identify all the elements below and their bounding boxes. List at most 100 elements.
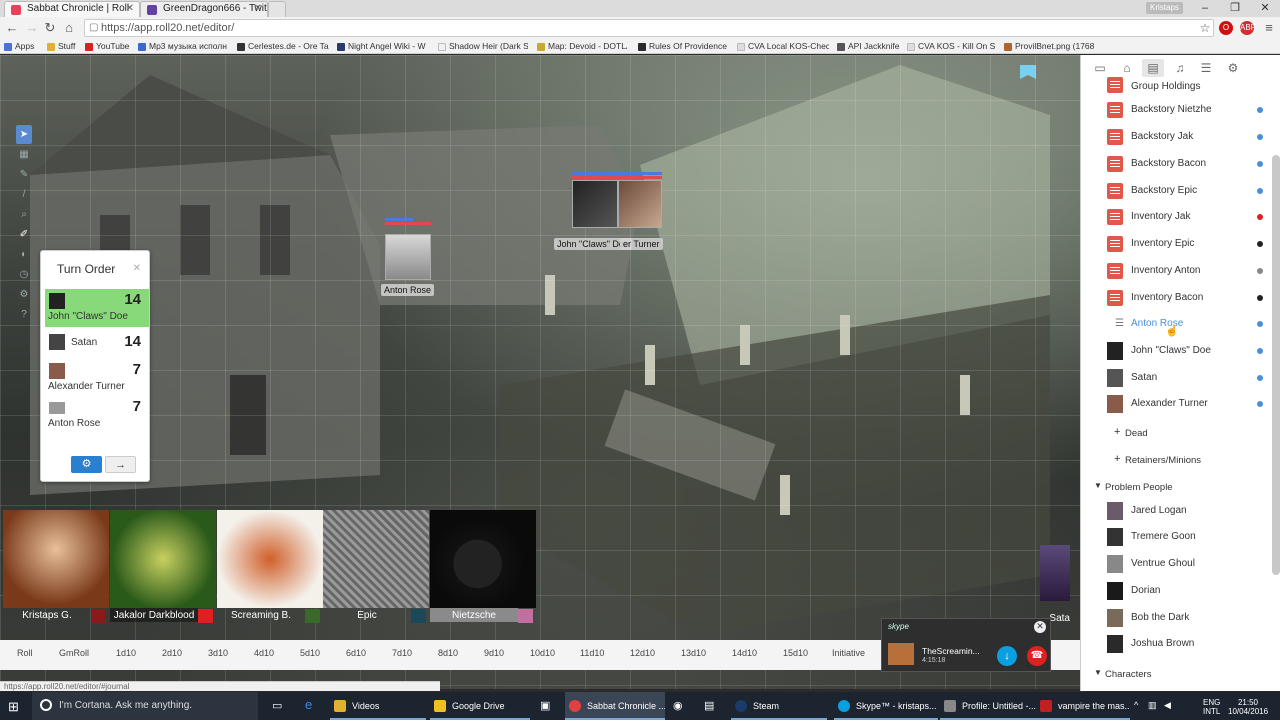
- skype-call-popup[interactable]: skype ✕ TheScreamin... 4:15:18 ↓ ☎: [881, 618, 1051, 672]
- tab-sabbat-chronicle[interactable]: Sabbat Chronicle | Roll ✕: [4, 1, 140, 17]
- clock[interactable]: 21:50 10/04/2016: [1228, 698, 1268, 716]
- turn-order-row[interactable]: 7 Alexander Turner: [45, 359, 149, 397]
- turn-order-row[interactable]: 14 John "Claws" Doe: [45, 289, 149, 327]
- roll-button[interactable]: Roll: [17, 648, 33, 658]
- clock-icon[interactable]: ◷: [16, 265, 32, 284]
- journal-item[interactable]: Inventory Epic: [1081, 232, 1271, 259]
- gmroll-button[interactable]: GmRoll: [59, 648, 89, 658]
- bookmark-youtube[interactable]: YouTube: [85, 40, 133, 53]
- bookmark-cva-kos[interactable]: CVA KOS - Kill On Sig: [907, 40, 995, 53]
- player-kristaps[interactable]: Kristaps G.: [3, 510, 109, 636]
- journal-item[interactable]: Tremere Goon: [1081, 525, 1271, 552]
- fog-icon[interactable]: ◐: [16, 245, 32, 264]
- help-icon[interactable]: ?: [16, 305, 32, 324]
- bookmark-cva-local[interactable]: CVA Local KOS-Check: [737, 40, 829, 53]
- journal-item[interactable]: Backstory Bacon: [1081, 152, 1271, 179]
- store-icon[interactable]: ▣: [540, 699, 550, 712]
- journal-item[interactable]: Ventrue Ghoul: [1081, 552, 1271, 579]
- maximize-icon[interactable]: ❐: [1220, 0, 1250, 17]
- bookmark-cerlestes[interactable]: Cerlestes.de - Ore Ta: [237, 40, 329, 53]
- player-screaming-b[interactable]: Screaming B.: [217, 510, 323, 636]
- network-icon[interactable]: ▥: [1148, 700, 1157, 711]
- adblock-extension-icon[interactable]: ABP: [1240, 21, 1256, 35]
- roll-13d10-button[interactable]: 13d10: [681, 648, 706, 658]
- bookmark-provilbnet[interactable]: ProvilBnet.png (1768: [1004, 40, 1094, 53]
- journal-item[interactable]: Joshua Brown: [1081, 632, 1271, 659]
- close-icon[interactable]: ✕: [126, 2, 134, 16]
- journal-item[interactable]: Backstory Jak: [1081, 125, 1271, 152]
- turn-order-row[interactable]: 14 Satan: [45, 331, 149, 355]
- map-canvas[interactable]: ➤ ▦ ✎ / ⌕ ✐ ◐ ◷ ⚙ ? Anton Rose John "Cla…: [0, 55, 1080, 689]
- roll-12d10-button[interactable]: 12d10: [630, 648, 655, 658]
- taskbar-app-profile[interactable]: Profile: Untitled -...: [940, 692, 1036, 720]
- home-icon[interactable]: ⌂: [61, 20, 77, 36]
- journal-item[interactable]: Inventory Jak: [1081, 205, 1271, 232]
- bookmark-api-jackknife[interactable]: API Jackknife: [837, 40, 901, 53]
- select-icon[interactable]: ➤: [16, 125, 32, 144]
- journal-item[interactable]: Inventory Anton: [1081, 259, 1271, 286]
- roll-15d10-button[interactable]: 15d10: [783, 648, 808, 658]
- bookmark-apps[interactable]: Apps: [4, 40, 40, 53]
- folder-dead[interactable]: + Dead: [1081, 423, 1271, 443]
- folder-problem-people[interactable]: ▼ Problem People: [1081, 477, 1271, 497]
- tray-overflow-icon[interactable]: ^: [1134, 700, 1138, 710]
- app-icon[interactable]: ◉: [673, 699, 683, 712]
- journal-item[interactable]: Bob the Dark: [1081, 606, 1271, 633]
- cortana-search-box[interactable]: I'm Cortana. Ask me anything.: [32, 692, 258, 720]
- close-icon[interactable]: ✕: [133, 263, 141, 274]
- edge-icon[interactable]: e: [305, 697, 312, 712]
- text-icon[interactable]: /: [16, 185, 32, 204]
- bookmark-night-angel[interactable]: Night Angel Wiki - W: [337, 40, 427, 53]
- player-jakalor[interactable]: Jakalor Darkblood: [110, 510, 216, 636]
- back-icon[interactable]: ←: [4, 20, 20, 36]
- roll-6d10-button[interactable]: 6d10: [346, 648, 366, 658]
- opera-extension-icon[interactable]: O: [1219, 21, 1233, 35]
- journal-item[interactable]: Backstory Nietzhe: [1081, 98, 1271, 125]
- bookmark-stuff[interactable]: Stuff: [47, 40, 79, 53]
- turn-order-dialog[interactable]: Turn Order ✕ 14 John "Claws" Doe 14 Sata…: [40, 250, 150, 482]
- journal-item[interactable]: Satan: [1081, 366, 1271, 393]
- initiative-button[interactable]: Initiative: [832, 648, 865, 658]
- new-tab-button[interactable]: [268, 1, 286, 17]
- roll-8d10-button[interactable]: 8d10: [438, 648, 458, 658]
- taskbar-app-videos[interactable]: Videos: [330, 692, 426, 720]
- roll-3d10-button[interactable]: 3d10: [208, 648, 228, 658]
- taskbar-app-pdf[interactable]: vampire the mas...: [1036, 692, 1130, 720]
- taskbar-app-skype[interactable]: Skype™ - kristaps...: [834, 692, 938, 720]
- drag-handle-icon[interactable]: ☰: [1115, 318, 1124, 329]
- task-view-icon[interactable]: ▭: [272, 699, 282, 712]
- tab-twitch[interactable]: GreenDragon666 - Twitch ✕: [140, 1, 268, 17]
- windows-start-icon[interactable]: ⊞: [8, 699, 19, 715]
- app-icon[interactable]: ▤: [704, 699, 714, 712]
- map-icon[interactable]: ▦: [16, 145, 32, 164]
- zoom-icon[interactable]: ⌕: [16, 205, 32, 224]
- hang-up-icon[interactable]: ☎: [1027, 646, 1047, 666]
- roll-1d10-button[interactable]: 1d10: [116, 648, 136, 658]
- journal-item[interactable]: Jared Logan: [1081, 499, 1271, 526]
- player-epic[interactable]: Epic: [323, 510, 429, 636]
- journal-item[interactable]: Alexander Turner: [1081, 392, 1271, 419]
- turn-order-row[interactable]: 7 Anton Rose: [45, 396, 149, 434]
- close-window-icon[interactable]: ✕: [1250, 0, 1280, 17]
- roll-2d10-button[interactable]: 2d10: [162, 648, 182, 658]
- brush-icon[interactable]: ✎: [16, 165, 32, 184]
- roll-14d10-button[interactable]: 14d10: [732, 648, 757, 658]
- menu-icon[interactable]: ≡: [1261, 20, 1277, 36]
- pen-icon[interactable]: ✐: [16, 225, 32, 244]
- volume-icon[interactable]: ◀: [1164, 700, 1171, 711]
- next-turn-button[interactable]: →: [105, 456, 136, 473]
- roll-7d10-button[interactable]: 7d10: [392, 648, 412, 658]
- address-bar[interactable]: ▢ https://app.roll20.net/editor/: [84, 19, 1214, 37]
- gear-icon[interactable]: ⚙: [16, 285, 32, 304]
- roll-4d10-button[interactable]: 4d10: [254, 648, 274, 658]
- taskbar-app-steam[interactable]: Steam: [731, 692, 827, 720]
- roll-11d10-button[interactable]: 11d10: [580, 648, 604, 658]
- taskbar-app-chrome[interactable]: Sabbat Chronicle ...: [565, 692, 665, 720]
- star-icon[interactable]: ☆: [1197, 20, 1213, 36]
- language-indicator[interactable]: ENG INTL: [1203, 698, 1220, 716]
- journal-item[interactable]: Inventory Bacon: [1081, 286, 1271, 313]
- roll-10d10-button[interactable]: 10d10: [530, 648, 555, 658]
- minimize-icon[interactable]: –: [1190, 0, 1220, 17]
- close-icon[interactable]: ✕: [254, 2, 262, 16]
- folder-retainers[interactable]: + Retainers/Minions: [1081, 450, 1271, 470]
